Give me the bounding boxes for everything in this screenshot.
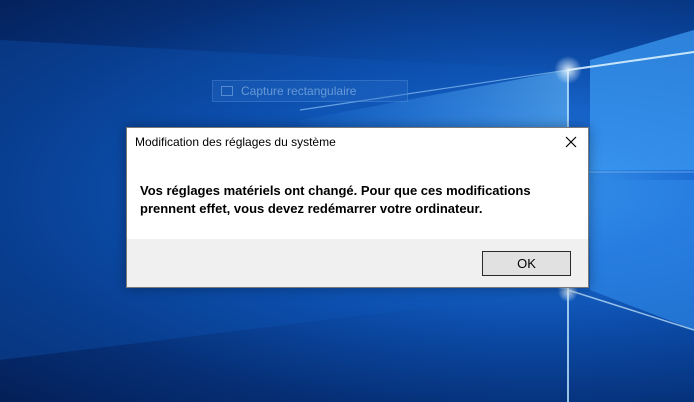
rectangle-snip-icon	[221, 86, 233, 96]
snipping-tool-ghost-toolbar: Capture rectangulaire	[212, 80, 408, 102]
dialog-message: Vos réglages matériels ont changé. Pour …	[140, 183, 531, 216]
dialog-footer: OK	[127, 239, 588, 287]
ghost-toolbar-label: Capture rectangulaire	[241, 84, 357, 98]
restart-required-dialog: Modification des réglages du système Vos…	[126, 127, 589, 288]
desktop-background: Capture rectangulaire Modification des r…	[0, 0, 694, 402]
dialog-titlebar[interactable]: Modification des réglages du système	[127, 128, 588, 158]
dialog-content: Vos réglages matériels ont changé. Pour …	[127, 158, 588, 239]
ok-button[interactable]: OK	[482, 251, 571, 276]
close-button[interactable]	[558, 131, 584, 153]
dialog-title: Modification des réglages du système	[135, 135, 336, 149]
close-icon	[565, 136, 577, 148]
